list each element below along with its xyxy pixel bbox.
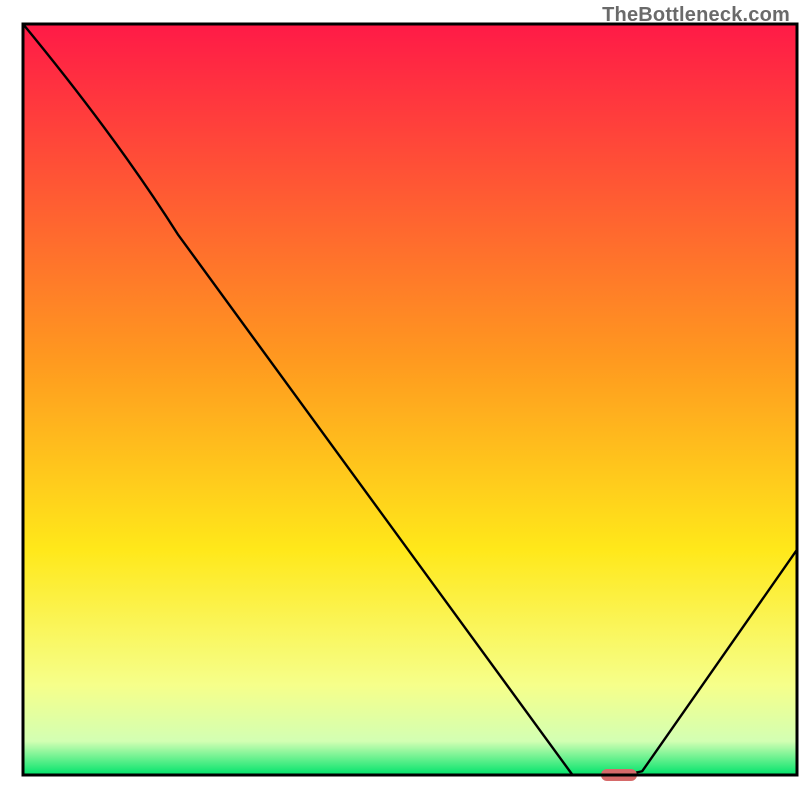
plot-background <box>23 24 797 775</box>
bottleneck-chart <box>0 0 800 800</box>
watermark-text: TheBottleneck.com <box>602 4 790 27</box>
chart-container: TheBottleneck.com <box>0 0 800 800</box>
